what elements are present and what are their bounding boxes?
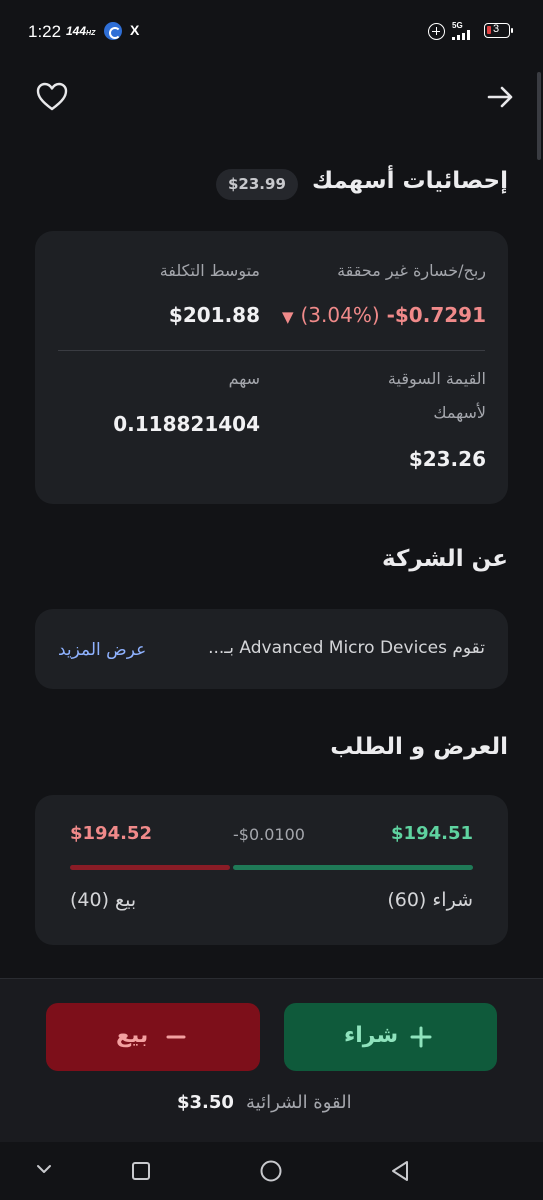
stats-divider (58, 350, 485, 351)
x-app-icon: X (130, 22, 140, 38)
market-value-label: القيمة السوقية (387, 369, 486, 388)
minus-icon (166, 1035, 186, 1039)
buying-power-label: القوة الشرائية (246, 1092, 352, 1113)
buy-count: شراء (60) (387, 889, 473, 911)
buy-button[interactable]: شراء (284, 1003, 497, 1071)
unrealized-pl-percent: (3.04%) (300, 303, 380, 327)
sell-count: بيع (40) (70, 889, 137, 911)
market-value-value: $23.26 (408, 447, 486, 471)
arrow-right-icon[interactable] (484, 82, 516, 112)
unrealized-pl-label: ربح/خسارة غير محققة (337, 261, 486, 280)
scroll-indicator[interactable] (537, 72, 541, 160)
status-time: 1:22 (28, 22, 62, 41)
market-value-label-line2: لأسهمك (433, 403, 486, 422)
stats-title: إحصائيات أسهمك (311, 168, 508, 194)
data-saver-icon (428, 23, 445, 40)
status-bar: 1:22 144HZ X 5G 3 (0, 0, 543, 62)
chevron-down-icon[interactable] (34, 1162, 54, 1176)
bid-depth-bar (233, 865, 473, 870)
recents-icon[interactable] (131, 1161, 151, 1181)
unrealized-pl-value: -$0.7291 (386, 303, 486, 327)
refresh-rate: 144HZ (66, 24, 96, 38)
home-icon[interactable] (259, 1159, 283, 1183)
order-book-card: $194.51 -$0.0100 $194.52 شراء (60) بيع (… (35, 795, 508, 945)
avg-cost-value: $201.88 (168, 303, 260, 327)
shares-value: 0.118821404 (113, 412, 260, 436)
heart-icon[interactable] (36, 82, 68, 112)
back-icon[interactable] (389, 1159, 411, 1183)
stats-card: ربح/خسارة غير محققة ▼ (3.04%) -$0.7291 م… (35, 231, 508, 504)
show-more-link[interactable]: عرض المزيد (58, 640, 146, 660)
avg-cost-label: متوسط التكلفة (159, 261, 260, 280)
bid-price: $194.51 (391, 823, 473, 844)
about-card: تقوم Advanced Micro Devices بـ... عرض ال… (35, 609, 508, 689)
ask-depth-bar (70, 865, 230, 870)
unrealized-change-arrow: ▼ (281, 308, 294, 326)
app-notification-icon (104, 22, 122, 40)
network-type: 5G (452, 21, 463, 30)
spread-value: -$0.0100 (233, 825, 305, 844)
sell-button[interactable]: بيع (46, 1003, 260, 1071)
plus-icon (410, 1026, 432, 1048)
battery-level: 3 (493, 23, 500, 35)
ask-price: $194.52 (70, 823, 152, 844)
unrealized-pl-row: ▼ (3.04%) -$0.7291 (282, 303, 486, 327)
signal-icon (452, 30, 476, 40)
sell-label: بيع (116, 1023, 149, 1048)
about-text: تقوم Advanced Micro Devices بـ... (208, 638, 485, 658)
order-book-title: العرض و الطلب (330, 734, 508, 760)
buy-label: شراء (344, 1023, 399, 1048)
buying-power-value: $3.50 (177, 1092, 234, 1113)
battery-icon: 3 (484, 23, 513, 38)
price-badge: $23.99 (216, 169, 298, 200)
shares-label: سهم (228, 369, 260, 388)
about-title: عن الشركة (382, 546, 508, 572)
system-nav-bar (0, 1142, 543, 1200)
